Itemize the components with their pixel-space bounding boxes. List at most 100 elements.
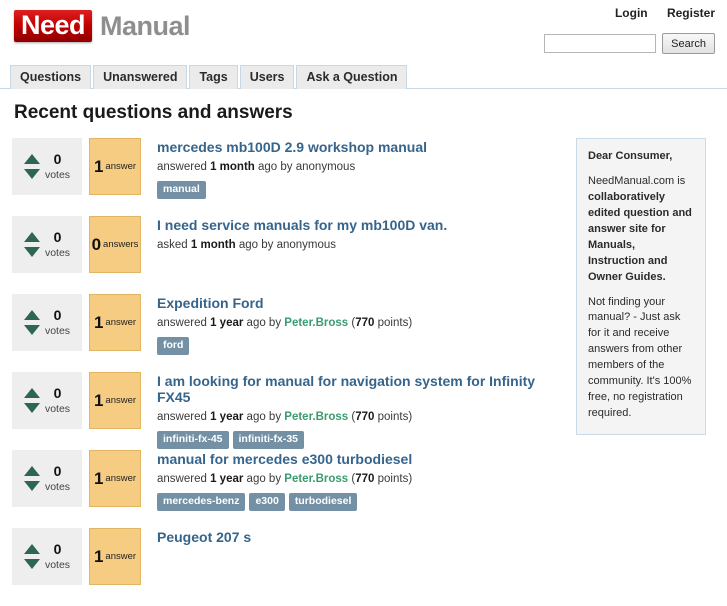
answer-label: answers: [103, 239, 139, 250]
site-header: Need Manual Login Register Search: [0, 0, 727, 62]
login-link[interactable]: Login: [615, 6, 648, 20]
vote-arrows: [23, 310, 40, 335]
vote-down-icon[interactable]: [23, 559, 40, 569]
question-row: 0 votes 1 answer manual for mercedes e300 tu…: [12, 450, 572, 511]
answer-count-box: 1 answer: [89, 138, 141, 195]
question-age: 1 month: [210, 161, 255, 174]
tag-chip[interactable]: e300: [249, 493, 285, 511]
question-row: 0 votes 1 answer Peugeot 207 s: [12, 528, 572, 585]
question-action: answered: [157, 161, 207, 174]
question-agoby: ago by: [246, 317, 282, 330]
vote-box: 0 votes: [12, 372, 82, 429]
main-navigation: Questions Unanswered Tags Users Ask a Questi…: [0, 62, 727, 89]
question-meta: answered 1 year ago by Peter.Bross (770 …: [157, 473, 413, 486]
search-button[interactable]: Search: [662, 33, 715, 54]
vote-down-icon[interactable]: [23, 169, 40, 179]
question-author-link[interactable]: Peter.Bross: [284, 411, 348, 423]
question-author-link[interactable]: Peter.Bross: [284, 317, 348, 329]
question-author-points: 770: [355, 473, 375, 486]
question-body: mercedes mb100D 2.9 workshop manual answe…: [157, 138, 572, 199]
sidebar-greeting: Dear Consumer,: [588, 150, 673, 162]
question-row: 0 votes 1 answer mercedes mb100D 2.9 worksho…: [12, 138, 572, 199]
sidebar-paragraph-2: Not finding your manual? - Just ask for …: [588, 295, 692, 420]
question-title-link[interactable]: Expedition Ford: [157, 295, 264, 311]
question-agoby: ago by: [238, 239, 274, 252]
question-agoby: ago by: [258, 161, 293, 174]
tag-chip[interactable]: ford: [157, 337, 190, 355]
sidebar: Dear Consumer, NeedManual.com is collabo…: [576, 138, 706, 435]
nav-tab-questions[interactable]: Questions: [10, 64, 92, 89]
vote-down-icon[interactable]: [23, 403, 40, 413]
vote-arrows: [23, 544, 40, 569]
nav-tab-ask-a-question[interactable]: Ask a Question: [296, 64, 408, 89]
question-action: answered: [157, 411, 207, 424]
vote-box: 0 votes: [12, 216, 82, 273]
vote-box: 0 votes: [12, 138, 82, 195]
question-agoby: ago by: [246, 473, 282, 486]
answer-count: 0: [91, 234, 102, 254]
question-list: 0 votes 1 answer mercedes mb100D 2.9 worksho…: [12, 138, 572, 606]
page-title: Recent questions and answers: [14, 102, 293, 123]
question-title-link[interactable]: mercedes mb100D 2.9 workshop manual: [157, 139, 427, 155]
question-action: asked: [157, 239, 188, 252]
answer-count-box: 1 answer: [89, 528, 141, 585]
vote-count: 0: [53, 307, 62, 324]
question-author-points: 770: [355, 317, 375, 330]
search-input[interactable]: [544, 34, 657, 53]
sidebar-paragraph-1-bold: collaboratively edited question and answ…: [588, 190, 692, 283]
vote-up-icon[interactable]: [23, 466, 40, 476]
nav-tab-list: Questions Unanswered Tags Users Ask a Questi…: [10, 62, 727, 89]
nav-tab-users[interactable]: Users: [239, 64, 295, 89]
tag-chip[interactable]: infiniti-fx-45: [157, 431, 229, 449]
question-points-suffix: points: [377, 473, 409, 486]
tag-chip[interactable]: turbodiesel: [288, 493, 358, 511]
answer-count: 1: [93, 468, 104, 488]
question-title-link[interactable]: I am looking for manual for navigation s…: [157, 373, 572, 405]
question-title-link[interactable]: I need service manuals for my mb100D van…: [157, 217, 447, 233]
vote-down-icon[interactable]: [23, 325, 40, 335]
question-title-link[interactable]: manual for mercedes e300 turbodiesel: [157, 451, 412, 467]
answer-count: 1: [93, 546, 104, 566]
answer-label: answer: [105, 161, 137, 172]
nav-tab-tags[interactable]: Tags: [189, 64, 238, 89]
answer-count: 1: [93, 156, 104, 176]
vote-up-icon[interactable]: [23, 310, 40, 320]
tag-chip[interactable]: infiniti-fx-35: [232, 431, 304, 449]
vote-down-icon[interactable]: [23, 481, 40, 491]
logo-word-manual: Manual: [100, 11, 191, 41]
vote-count: 0: [53, 151, 62, 168]
question-author-points: 770: [355, 411, 375, 424]
vote-label: votes: [44, 246, 71, 259]
content-columns: 0 votes 1 answer mercedes mb100D 2.9 worksho…: [12, 138, 715, 606]
auth-links: Login Register: [599, 6, 715, 20]
tag-chip[interactable]: mercedes-benz: [157, 493, 246, 511]
question-meta: answered 1 year ago by Peter.Bross (770 …: [157, 317, 413, 330]
nav-tab-unanswered[interactable]: Unanswered: [93, 64, 188, 89]
question-age: 1 month: [190, 239, 236, 252]
site-logo[interactable]: Need Manual: [14, 10, 191, 43]
vote-down-icon[interactable]: [23, 247, 40, 257]
question-body: Peugeot 207 s: [157, 528, 572, 545]
question-author-link[interactable]: Peter.Bross: [284, 473, 348, 485]
tag-chip[interactable]: manual: [157, 181, 206, 199]
register-link[interactable]: Register: [667, 6, 715, 20]
vote-arrows: [23, 388, 40, 413]
question-title-link[interactable]: Peugeot 207 s: [157, 529, 251, 545]
answer-count: 1: [93, 390, 104, 410]
vote-count: 0: [53, 541, 62, 558]
vote-up-icon[interactable]: [23, 232, 40, 242]
question-author: anonymous: [295, 161, 356, 174]
question-meta: answered 1 year ago by Peter.Bross (770 …: [157, 411, 413, 424]
vote-up-icon[interactable]: [23, 154, 40, 164]
search-bar: Search: [544, 33, 715, 54]
question-row: 0 votes 1 answer I am looking for manual for…: [12, 372, 572, 449]
vote-meta: 0 votes: [45, 307, 70, 338]
vote-box: 0 votes: [12, 528, 82, 585]
vote-count: 0: [53, 229, 62, 246]
vote-label: votes: [44, 324, 71, 337]
answer-label: answer: [105, 473, 137, 484]
tag-list: infiniti-fx-45 infiniti-fx-35: [157, 431, 572, 449]
vote-up-icon[interactable]: [23, 544, 40, 554]
vote-up-icon[interactable]: [23, 388, 40, 398]
question-agoby: ago by: [246, 411, 282, 424]
